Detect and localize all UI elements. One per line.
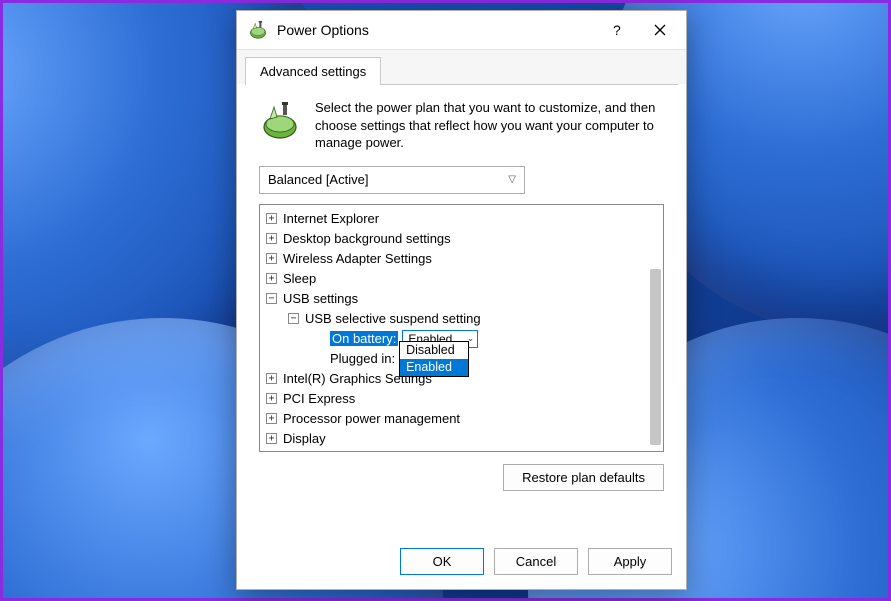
tree-item-wireless-adapter[interactable]: + Wireless Adapter Settings	[266, 249, 663, 269]
power-options-dialog: Power Options ? Advanced settings Select…	[236, 10, 687, 590]
tree-item-desktop-background[interactable]: + Desktop background settings	[266, 229, 663, 249]
apply-button[interactable]: Apply	[588, 548, 672, 575]
chevron-down-icon: ▽	[508, 174, 516, 185]
power-plan-value: Balanced [Active]	[268, 172, 368, 187]
ok-button[interactable]: OK	[400, 548, 484, 575]
tree-item-usb-settings[interactable]: − USB settings	[266, 289, 663, 309]
setting-plugged-in-row: Plugged in: Disabled Enabled	[266, 349, 663, 369]
tree-scrollbar[interactable]	[650, 269, 661, 445]
tree-item-sleep[interactable]: + Sleep	[266, 269, 663, 289]
expand-icon[interactable]: +	[266, 233, 277, 244]
tree-item-display[interactable]: + Display	[266, 429, 663, 449]
titlebar: Power Options ?	[237, 11, 686, 49]
expand-icon[interactable]: +	[266, 273, 277, 284]
on-battery-label: On battery:	[330, 331, 398, 346]
tree-item-internet-explorer[interactable]: + Internet Explorer	[266, 209, 663, 229]
dropdown-option-disabled[interactable]: Disabled	[400, 342, 468, 359]
collapse-icon[interactable]: −	[288, 313, 299, 324]
tree-item-pci-express[interactable]: + PCI Express	[266, 389, 663, 409]
expand-icon[interactable]: +	[266, 413, 277, 424]
power-options-icon	[247, 19, 269, 41]
collapse-icon[interactable]: −	[266, 293, 277, 304]
settings-tree[interactable]: + Internet Explorer + Desktop background…	[259, 204, 664, 452]
tab-advanced-settings[interactable]: Advanced settings	[245, 57, 381, 85]
power-plan-select[interactable]: Balanced [Active] ▽	[259, 166, 525, 194]
tree-item-processor-power[interactable]: + Processor power management	[266, 409, 663, 429]
expand-icon[interactable]: +	[266, 433, 277, 444]
plugged-in-label: Plugged in:	[330, 351, 395, 366]
dialog-title: Power Options	[277, 22, 594, 38]
restore-defaults-button[interactable]: Restore plan defaults	[503, 464, 664, 491]
svg-text:?: ?	[613, 23, 621, 37]
dropdown-option-enabled[interactable]: Enabled	[400, 359, 468, 376]
tab-page: Select the power plan that you want to c…	[245, 84, 678, 530]
help-button[interactable]: ?	[594, 15, 638, 45]
expand-icon[interactable]: +	[266, 393, 277, 404]
close-button[interactable]	[638, 15, 682, 45]
battery-plan-icon	[259, 99, 301, 141]
dialog-button-row: OK Cancel Apply	[237, 538, 686, 589]
cancel-button[interactable]: Cancel	[494, 548, 578, 575]
expand-icon[interactable]: +	[266, 253, 277, 264]
tab-strip: Advanced settings	[237, 49, 686, 84]
tree-item-usb-selective-suspend[interactable]: − USB selective suspend setting	[266, 309, 663, 329]
expand-icon[interactable]: +	[266, 213, 277, 224]
plugged-in-dropdown[interactable]: Disabled Enabled	[399, 341, 469, 377]
expand-icon[interactable]: +	[266, 373, 277, 384]
description-text: Select the power plan that you want to c…	[315, 99, 664, 152]
